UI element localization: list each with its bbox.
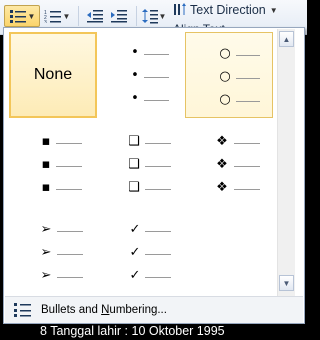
bullet-dot-icon: • [131,68,139,83]
bullets-button[interactable]: ▼ [4,5,40,27]
bullet-option-small-dot[interactable]: • • • [97,32,185,118]
bullet-checkmark-icon: ✓ [129,222,141,237]
chevron-down-icon: ▼ [27,11,36,21]
bullet-checkmark-icon: ✓ [129,268,141,283]
bullet-library-dropdown: None • • • ○ ○ ○ ▪ ▪ ▪ ❑ ❑ ❑ ❖ ❖ ❖ ➢ ➢ ➢… [3,27,305,324]
bullet-option-diamond-cluster[interactable]: ❖ ❖ ❖ [185,120,273,206]
bullet-box-icon: ❑ [128,134,140,149]
document-text-line: 8 Tanggal lahir : 10 Oktober 1995 [40,324,225,338]
bullet-dot-icon: • [131,45,139,60]
bullet-option-arrowhead[interactable]: ➢ ➢ ➢ [9,206,97,292]
bullet-square-icon: ▪ [41,134,51,149]
text-direction-icon [174,3,186,15]
bullet-option-none[interactable]: None [9,32,97,118]
bullets-and-numbering-label: Bullets and Numbering... [41,304,167,316]
chevron-up-icon: ▲ [282,34,291,44]
bullet-dot-icon: • [131,91,139,106]
increase-indent-icon [111,10,127,23]
bullet-arrowhead-icon: ➢ [40,245,52,260]
bullet-diamond-icon: ❖ [216,157,228,172]
chevron-down-icon: ▼ [158,11,167,21]
bullets-list-icon [11,299,33,321]
scroll-up-button[interactable]: ▲ [279,31,294,47]
ribbon-separator [136,6,137,26]
none-label: None [33,66,73,83]
bullet-arrowhead-icon: ➢ [40,222,52,237]
bullet-option-circle[interactable]: ○ ○ ○ [185,32,273,118]
bullet-checkmark-icon: ✓ [129,245,141,260]
decrease-indent-icon [87,10,103,23]
bullet-square-icon: ▪ [41,180,51,195]
bullet-library-grid: None • • • ○ ○ ○ ▪ ▪ ▪ ❑ ❑ ❑ ❖ ❖ ❖ ➢ ➢ ➢… [4,28,276,291]
decrease-indent-button[interactable] [84,5,106,27]
scroll-down-button[interactable]: ▼ [279,275,294,291]
increase-indent-button[interactable] [108,5,130,27]
bullet-square-icon: ▪ [41,157,51,172]
chevron-down-icon: ▼ [269,5,278,15]
line-spacing-icon [141,9,158,24]
gallery-scrollbar[interactable]: ▲ ▼ [277,29,295,296]
bullets-icon [9,10,26,23]
chevron-down-icon: ▼ [62,11,71,21]
bullets-and-numbering-menu-item[interactable]: Bullets and Numbering... [5,297,303,323]
bullet-diamond-icon: ❖ [216,180,228,195]
bullet-option-box[interactable]: ❑ ❑ ❑ [97,120,185,206]
svg-text:3: 3 [44,20,47,23]
bullet-box-icon: ❑ [128,157,140,172]
bullet-option-checkmark[interactable]: ✓ ✓ ✓ [97,206,185,292]
bullet-option-square[interactable]: ▪ ▪ ▪ [9,120,97,206]
text-direction-button[interactable]: Text Direction ▼ [173,3,278,17]
bullet-circle-icon: ○ [219,69,231,84]
bullet-box-icon: ❑ [128,180,140,195]
numbering-button[interactable]: 1 2 3 ▼ [42,5,72,27]
bullet-arrowhead-icon: ➢ [40,268,52,283]
chevron-down-icon: ▼ [282,278,291,288]
bullet-diamond-icon: ❖ [216,134,228,149]
bullet-circle-icon: ○ [219,46,231,61]
ribbon-separator [78,6,79,26]
bullet-circle-icon: ○ [219,92,231,107]
text-direction-label: Text Direction [190,3,266,17]
numbering-icon: 1 2 3 [44,10,61,23]
line-spacing-button[interactable]: ▼ [140,5,168,27]
